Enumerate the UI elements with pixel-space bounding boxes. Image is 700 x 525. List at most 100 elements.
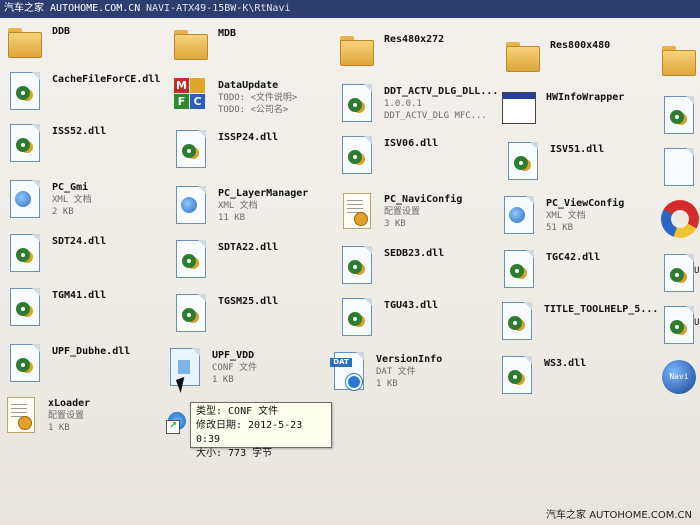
dll-gear-icon <box>6 342 42 386</box>
folder-icon <box>338 30 374 74</box>
file-name: PC_Gmi <box>52 182 89 193</box>
file-type: XML 文档 <box>52 195 92 205</box>
dll-gear-icon <box>172 292 208 336</box>
file-item-issp24[interactable]: ISSP24.dll <box>172 128 278 184</box>
file-item-partial-folder[interactable] <box>660 40 700 84</box>
file-name: SDT24.dll <box>52 236 107 247</box>
file-size: 2 KB <box>52 207 74 217</box>
file-item-tgm41[interactable]: TGM41.dll <box>6 286 106 342</box>
tooltip-size: 大小: 773 字节 <box>196 448 273 459</box>
file-name: PC_NaviConfig <box>384 194 463 205</box>
file-name: CacheFileForCE.dll <box>52 74 161 85</box>
file-item-sdt24[interactable]: SDT24.dll <box>6 232 106 288</box>
file-name: ISV06.dll <box>384 138 439 149</box>
partial-label: U <box>694 266 700 276</box>
file-desc: DDT_ACTV_DLG MFC... <box>384 111 487 121</box>
dll-gear-icon <box>338 82 374 126</box>
file-name: TGU43.dll <box>384 300 439 311</box>
file-size: 1 KB <box>212 375 234 385</box>
application-window-icon <box>500 88 536 132</box>
file-item-res800x480[interactable]: Res800x480 <box>504 36 610 92</box>
partial-label: U <box>694 318 700 328</box>
file-company: TODO: <公司名> <box>218 105 289 115</box>
file-item-tgc42[interactable]: TGC42.dll <box>500 248 600 304</box>
file-item-dataupdate[interactable]: M F C DataUpdate TODO: <文件说明> TODO: <公司名… <box>172 76 297 132</box>
navi-globe-icon: Navi <box>662 360 696 394</box>
file-name: DDT_ACTV_DLG_DLL... <box>384 86 499 97</box>
watermark-text: 汽车之家 AUTOHOME.COM.CN <box>4 3 141 14</box>
file-type: XML 文档 <box>546 211 586 221</box>
file-name: xLoader <box>48 398 91 409</box>
file-item-cachefileforce[interactable]: CacheFileForCE.dll <box>6 70 160 126</box>
dll-gear-icon <box>6 122 42 166</box>
file-item-partial-dll-2[interactable]: U <box>660 252 700 296</box>
document-icon <box>660 146 696 190</box>
window-title-bar: 汽车之家 AUTOHOME.COM.CN NAVI-ATX49-15BW-K\R… <box>0 0 700 18</box>
ring-app-icon <box>661 200 699 238</box>
file-item-xloader[interactable]: xLoader 配置设置 1 KB <box>2 394 90 450</box>
file-item-sdta22[interactable]: SDTA22.dll <box>172 238 278 294</box>
file-name: UPF_VDD <box>212 350 255 361</box>
file-name: ISV51.dll <box>550 144 605 155</box>
file-item-tgsm25[interactable]: TGSM25.dll <box>172 292 278 348</box>
dll-gear-icon <box>338 134 374 178</box>
file-item-isv51[interactable]: ISV51.dll <box>504 140 604 196</box>
tooltip-date: 修改日期: 2012-5-23 0:39 <box>196 420 303 445</box>
xml-document-icon <box>500 194 536 238</box>
file-item-tgu43[interactable]: TGU43.dll <box>338 296 438 352</box>
config-settings-icon <box>338 190 374 234</box>
file-type: CONF 文件 <box>212 363 258 373</box>
file-name: TGM41.dll <box>52 290 107 301</box>
file-name: ISSP24.dll <box>218 132 279 143</box>
file-size: 3 KB <box>384 219 406 229</box>
folder-path: NAVI-ATX49-15BW-K\RtNavi <box>146 3 291 14</box>
footer-watermark: 汽车之家 AUTOHOME.COM.CN <box>546 510 692 521</box>
dll-gear-icon <box>498 354 534 398</box>
file-item-ddt-actv-dlg[interactable]: DDT_ACTV_DLG_DLL... 1.0.0.1 DDT_ACTV_DLG… <box>338 82 498 138</box>
dll-gear-icon <box>172 128 208 172</box>
file-item-pc-viewconfig[interactable]: PC_ViewConfig XML 文档 51 KB <box>500 194 624 250</box>
file-item-partial-dll-3[interactable]: U <box>660 304 700 348</box>
file-name: PC_ViewConfig <box>546 198 625 209</box>
file-item-pc-layermanager[interactable]: PC_LayerManager XML 文档 11 KB <box>172 184 308 240</box>
file-item-ws3[interactable]: WS3.dll <box>498 354 586 410</box>
dll-gear-icon <box>338 296 374 340</box>
file-version: 1.0.0.1 <box>384 99 422 109</box>
file-name: SDTA22.dll <box>218 242 279 253</box>
file-item-res480x272[interactable]: Res480x272 <box>338 30 444 86</box>
file-item-sedb23[interactable]: SEDB23.dll <box>338 244 444 300</box>
file-name: TITLE_TOOLHELP_5... <box>544 304 659 315</box>
file-item-versioninfo[interactable]: DAT VersionInfo DAT 文件 1 KB <box>330 350 442 406</box>
file-item-upf-vdd[interactable]: UPF_VDD CONF 文件 1 KB <box>166 346 257 402</box>
file-type: 配置设置 <box>48 411 85 421</box>
dll-gear-icon <box>498 300 534 344</box>
file-item-partial-dll[interactable] <box>660 94 700 138</box>
file-name: SEDB23.dll <box>384 248 445 259</box>
file-desc: TODO: <文件说明> <box>218 93 298 103</box>
file-item-iss52[interactable]: ISS52.dll <box>6 122 106 178</box>
file-item-partial-navi-app[interactable]: Navi <box>660 356 700 400</box>
file-item-isv06[interactable]: ISV06.dll <box>338 134 438 190</box>
file-item-partial-ring-app[interactable] <box>660 198 700 242</box>
dll-gear-icon <box>6 232 42 276</box>
file-type: 配置设置 <box>384 207 421 217</box>
file-size: 51 KB <box>546 223 574 233</box>
file-item-upf-dubhe[interactable]: UPF_Dubhe.dll <box>6 342 130 398</box>
dll-gear-icon <box>338 244 374 288</box>
file-item-partial-doc[interactable] <box>660 146 700 190</box>
file-item-title-toolhelp[interactable]: TITLE_TOOLHELP_5... <box>498 300 658 356</box>
file-name: ISS52.dll <box>52 126 107 137</box>
file-name: DDB <box>52 26 71 37</box>
file-item-pc-gmi[interactable]: PC_Gmi XML 文档 2 KB <box>6 178 92 234</box>
xml-document-icon <box>172 184 208 228</box>
file-name: VersionInfo <box>376 354 443 365</box>
file-item-pc-naviconfig[interactable]: PC_NaviConfig 配置设置 3 KB <box>338 190 462 246</box>
dll-gear-icon <box>6 286 42 330</box>
shortcut-overlay-icon[interactable] <box>166 410 188 434</box>
dll-gear-icon <box>660 94 696 138</box>
file-item-hwinfowrapper[interactable]: HWInfoWrapper <box>500 88 624 144</box>
file-item-mdb[interactable]: MDB <box>172 24 236 80</box>
file-name: Res480x272 <box>384 34 445 45</box>
tooltip-type: 类型: CONF 文件 <box>196 406 279 417</box>
file-name: WS3.dll <box>544 358 587 369</box>
